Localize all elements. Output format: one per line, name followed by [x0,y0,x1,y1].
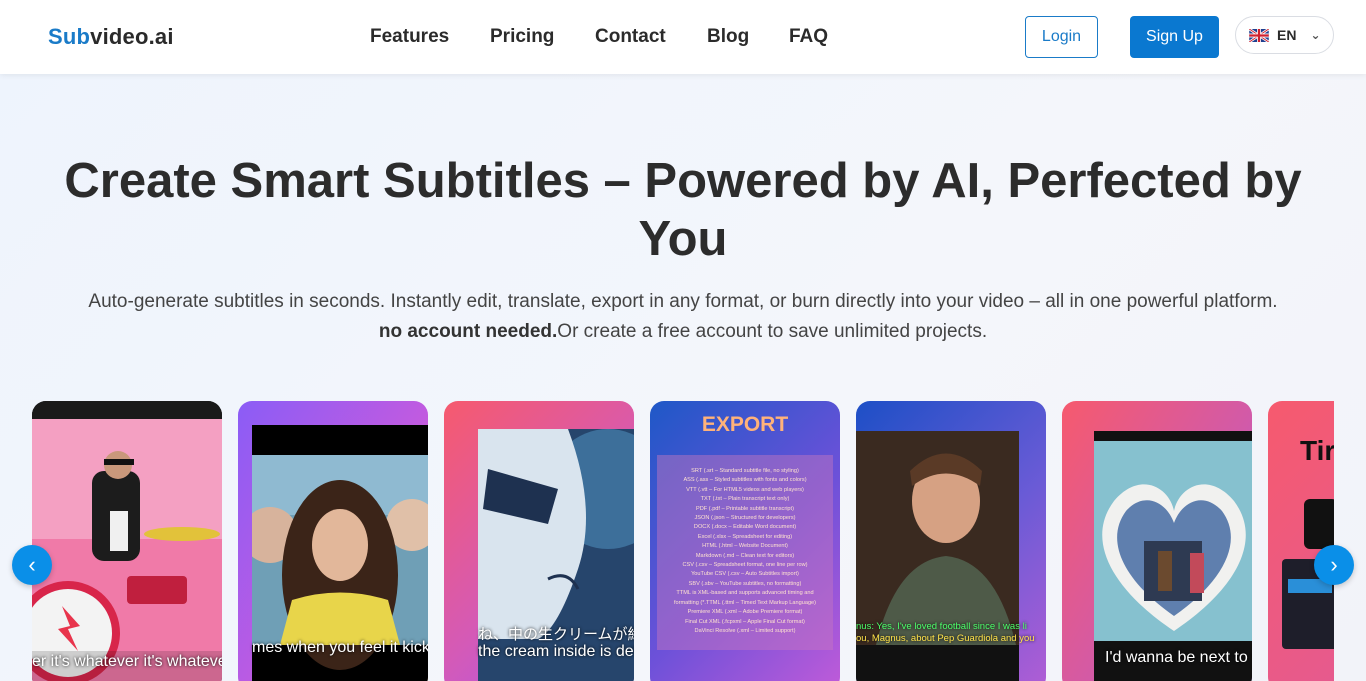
carousel-card[interactable]: EXPORT SRT (.srt – Standard subtitle fil… [650,401,840,681]
language-code: EN [1277,27,1297,43]
hero-note: Or create a free account to save unlimit… [557,321,988,342]
carousel-next-button[interactable]: › [1314,545,1354,585]
subtitle-caption: er it's whatever it's whatever [32,653,222,670]
signup-button[interactable]: Sign Up [1130,16,1219,58]
export-format-item: SBV (.sbv – YouTube subtitles, no format… [688,580,802,587]
export-format-item: DaVinci Resolve (.xml – Limited support) [694,627,796,634]
export-format-item: formatting (*.TTML (.ttml – Timed Text M… [673,599,817,606]
export-format-item: HTML (.html – Website Document) [702,543,788,550]
export-format-item: DOCX (.docx – Editable Word document) [693,524,797,531]
export-format-item: TTML is XML-based and supports advanced … [676,590,814,597]
logo-part-video: video.ai [90,24,174,49]
nav-pricing[interactable]: Pricing [490,26,554,48]
subtitle-caption: ou, Magnus, about Pep Guardiola and you [856,633,1035,644]
subtitle-caption: mes when you feel it kick [252,639,428,656]
demo-carousel: er it's whatever it's whatever mes when … [32,401,1334,681]
export-format-item: TXT (.txt – Plain transcript text only) [700,496,790,503]
hero-description: Auto-generate subtitles in seconds. Inst… [88,291,1278,312]
export-format-item: Markdown (.md – Clean text for editors) [695,552,795,559]
export-format-item: SRT (.srt – Standard subtitle file, no s… [691,468,799,474]
logo[interactable]: Subvideo.ai [48,24,174,50]
uk-flag-icon [1249,28,1269,42]
language-selector[interactable]: EN ⌄ [1235,16,1334,54]
export-format-list: SRT (.srt – Standard subtitle file, no s… [657,455,833,650]
subtitle-caption: I'd wanna be next to y [1105,649,1252,666]
nav-blog[interactable]: Blog [707,26,749,48]
export-format-item: Final Cut XML (.fcpxml – Apple Final Cut… [685,618,805,625]
export-format-item: VTT (.vtt – For HTML5 videos and web pla… [686,486,804,493]
nav-features[interactable]: Features [370,26,449,48]
carousel-card[interactable]: Tir [1268,401,1334,681]
video-thumbnail [32,401,222,681]
login-button[interactable]: Login [1025,16,1098,58]
top-navbar: Subvideo.ai Features Pricing Contact Blo… [0,0,1366,74]
logo-part-sub: Sub [48,24,91,49]
carousel-card[interactable]: ね、中の生クリームが絶品 the cream inside is deli [444,401,634,681]
subtitle-caption: ね、中の生クリームが絶品 [478,626,634,643]
export-title: EXPORT [701,413,789,436]
export-format-item: CSV (.csv – Spreadsheet format, one line… [682,562,808,569]
chevron-down-icon: ⌄ [1310,28,1321,42]
card-heading: Tir [1300,435,1334,466]
export-format-item: ASS (.ass – Styled subtitles with fonts … [683,477,807,484]
carousel-card[interactable]: nus: Yes, I've loved football since I wa… [856,401,1046,681]
export-format-item: JSON (.json – Structured for developers) [694,515,796,522]
carousel-card[interactable]: er it's whatever it's whatever [32,401,222,681]
subtitle-caption: the cream inside is deli [478,643,634,660]
carousel-card[interactable]: I'd wanna be next to y [1062,401,1252,681]
export-format-item: YouTube CSV (.csv – Auto Subtitles impor… [691,571,799,578]
export-format-item: PDF (.pdf – Printable subtitle transcrip… [696,505,794,512]
nav-contact[interactable]: Contact [595,26,666,48]
carousel-prev-button[interactable]: ‹ [12,545,52,585]
export-format-item: Excel (.xlsx – Spreadsheet for editing) [697,533,793,540]
video-thumbnail [1094,431,1252,681]
export-format-item: Premiere XML (.xml – Adobe Premiere form… [687,609,803,616]
nav-faq[interactable]: FAQ [789,26,828,48]
subtitle-caption: nus: Yes, I've loved football since I wa… [856,621,1027,632]
hero-subtitle: Auto-generate subtitles in seconds. Inst… [40,287,1326,347]
hero-title: Create Smart Subtitles – Powered by AI, … [64,154,1302,266]
hero-bold-note: no account needed. [378,321,558,342]
carousel-card[interactable]: mes when you feel it kick [238,401,428,681]
